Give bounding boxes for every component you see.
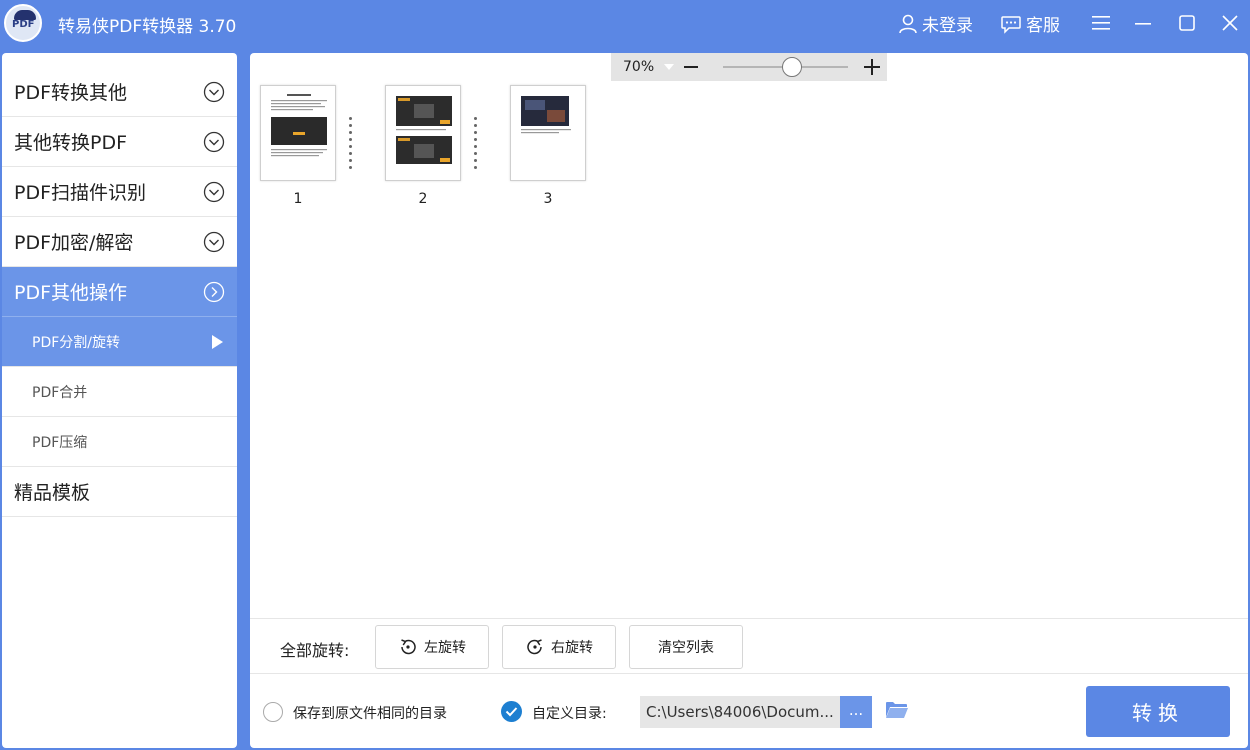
sidebar: PDF转换其他 其他转换PDF PDF扫描件识别 PDF加密/解密 PDF其他操… [2, 53, 237, 748]
close-icon [1222, 15, 1238, 31]
app-title: 转易侠PDF转换器 3.70 [58, 17, 237, 37]
zoom-slider-handle[interactable] [781, 57, 802, 77]
main-panel: 70% 1 2 3 全部旋转: 左旋转 右旋转 清空列表 保存到原文件相同的目录… [250, 53, 1248, 748]
rotate-all-label: 全部旋转: [280, 641, 350, 660]
sidebar-item-pdf-to-other[interactable]: PDF转换其他 [2, 67, 237, 117]
page-number: 2 [418, 191, 428, 207]
page-separator [349, 117, 352, 177]
rotate-left-label: 左旋转 [424, 640, 466, 656]
arrow-right-icon [212, 335, 223, 349]
page-preview-image [521, 96, 571, 134]
rotate-right-icon [527, 639, 542, 655]
page-number: 1 [293, 191, 303, 207]
page-preview-image [271, 94, 327, 157]
rotate-toolbar: 全部旋转: 左旋转 右旋转 清空列表 [250, 618, 1248, 674]
chat-icon [1001, 15, 1021, 34]
convert-button[interactable]: 转换 [1086, 686, 1230, 737]
service-label: 客服 [1026, 16, 1060, 36]
folder-icon[interactable] [885, 700, 909, 720]
zoom-bar: 70% [611, 53, 887, 81]
sidebar-item-label: PDF加密/解密 [14, 232, 134, 254]
page-thumbnail[interactable] [510, 85, 586, 181]
rotate-left-icon [401, 639, 416, 655]
rotate-right-label: 右旋转 [551, 640, 593, 656]
user-icon [899, 14, 917, 33]
chevron-down-icon [203, 231, 225, 253]
maximize-icon [1179, 15, 1195, 31]
page-thumbnail[interactable] [385, 85, 461, 181]
close-button[interactable] [1218, 11, 1242, 35]
same-dir-radio[interactable] [263, 702, 283, 722]
sidebar-item-pdf-ocr[interactable]: PDF扫描件识别 [2, 167, 237, 217]
output-bar: 保存到原文件相同的目录 自定义目录: C:\Users\84006\Docum.… [250, 674, 1248, 748]
custom-dir-label: 自定义目录: [532, 706, 607, 722]
rotate-left-button[interactable]: 左旋转 [375, 625, 489, 669]
page-preview-image [396, 96, 452, 164]
sidebar-subitem-label: PDF合并 [32, 384, 88, 401]
minimize-icon [1135, 23, 1151, 25]
rotate-right-button[interactable]: 右旋转 [502, 625, 616, 669]
sidebar-subitem-label: PDF压缩 [32, 434, 88, 451]
custom-dir-checkbox[interactable] [501, 701, 522, 722]
chevron-down-icon [203, 81, 225, 103]
clear-list-label: 清空列表 [658, 640, 714, 656]
sidebar-subitem-split-rotate[interactable]: PDF分割/旋转 [2, 317, 237, 367]
sidebar-item-label: 其他转换PDF [14, 132, 128, 154]
chevron-right-icon [203, 281, 225, 303]
hamburger-icon [1092, 16, 1110, 30]
sidebar-subitem-compress[interactable]: PDF压缩 [2, 417, 237, 467]
sidebar-item-templates[interactable]: 精品模板 [2, 467, 237, 517]
page-number: 3 [543, 191, 553, 207]
chevron-down-icon [203, 131, 225, 153]
app-logo: PDF [4, 4, 42, 42]
sidebar-item-label: PDF其他操作 [14, 282, 128, 304]
output-path-value: C:\Users\84006\Docum... [646, 703, 834, 721]
sidebar-item-label: PDF扫描件识别 [14, 182, 147, 204]
zoom-out-button[interactable] [684, 66, 698, 68]
title-bar: PDF 转易侠PDF转换器 3.70 未登录 客服 [0, 0, 1250, 46]
browse-button[interactable]: ... [840, 696, 872, 728]
sidebar-item-label: 精品模板 [14, 482, 91, 504]
same-dir-label: 保存到原文件相同的目录 [293, 706, 447, 722]
sidebar-item-label: PDF转换其他 [14, 82, 128, 104]
page-thumbnail[interactable] [260, 85, 336, 181]
sidebar-subitem-merge[interactable]: PDF合并 [2, 367, 237, 417]
page-separator [474, 117, 477, 177]
zoom-in-button[interactable] [864, 59, 880, 75]
chevron-down-icon [203, 181, 225, 203]
sidebar-item-pdf-other-ops[interactable]: PDF其他操作 [2, 267, 237, 317]
login-label: 未登录 [922, 16, 973, 36]
checkmark-icon [505, 707, 518, 717]
minimize-button[interactable] [1131, 11, 1155, 35]
output-path-field[interactable]: C:\Users\84006\Docum... [640, 696, 842, 728]
sidebar-subitem-label: PDF分割/旋转 [32, 334, 120, 351]
login-button[interactable]: 未登录 [898, 11, 973, 36]
sidebar-item-pdf-encrypt[interactable]: PDF加密/解密 [2, 217, 237, 267]
maximize-button[interactable] [1175, 11, 1199, 35]
menu-button[interactable] [1089, 11, 1113, 35]
customer-service-button[interactable]: 客服 [1000, 11, 1060, 36]
zoom-level-select[interactable]: 70% [623, 59, 654, 75]
sidebar-item-other-to-pdf[interactable]: 其他转换PDF [2, 117, 237, 167]
caret-down-icon[interactable] [664, 64, 674, 70]
clear-list-button[interactable]: 清空列表 [629, 625, 743, 669]
